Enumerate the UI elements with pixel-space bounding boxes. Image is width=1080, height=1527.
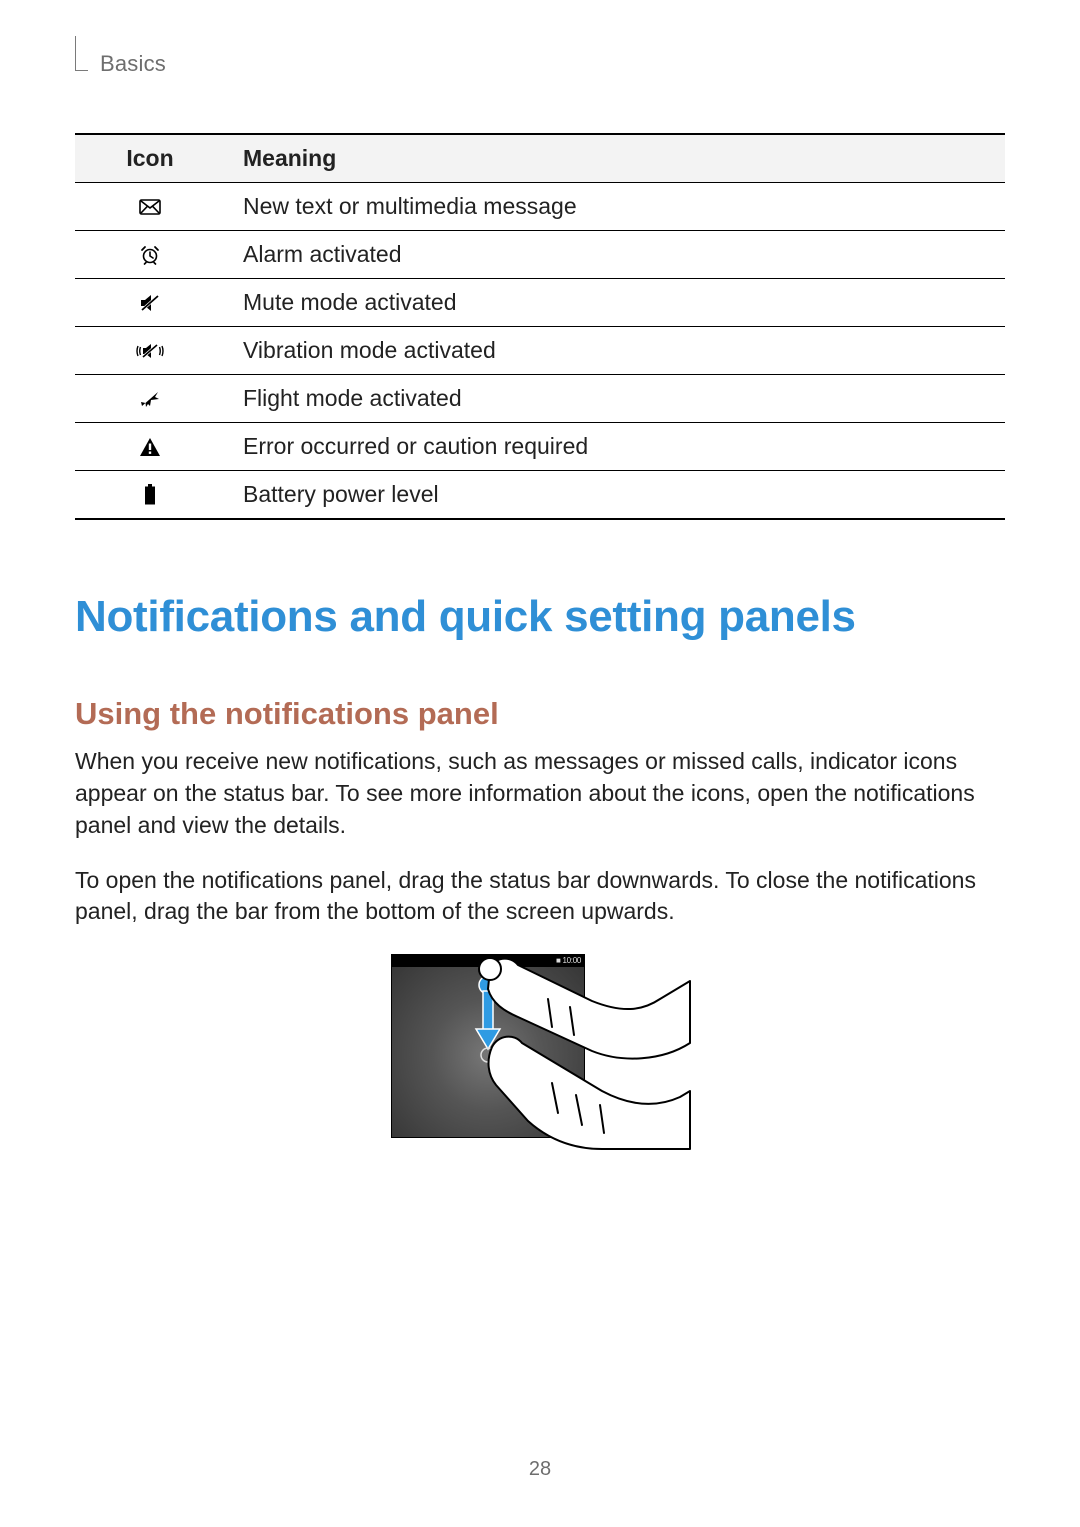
illustration: ■ 10:00 (391, 954, 689, 1138)
meaning-cell: Vibration mode activated (225, 327, 1005, 375)
header: Basics (75, 36, 1005, 77)
warning-icon (75, 423, 225, 471)
section-label: Basics (100, 51, 166, 77)
meaning-cell: Mute mode activated (225, 279, 1005, 327)
swipe-down-arrow-icon (474, 975, 502, 1065)
col-header-icon: Icon (75, 134, 225, 183)
section-title: Using the notifications panel (75, 696, 1005, 732)
col-header-meaning: Meaning (225, 134, 1005, 183)
paragraph: When you receive new notifications, such… (75, 746, 1005, 841)
table-row: Battery power level (75, 471, 1005, 520)
table-row: Alarm activated (75, 231, 1005, 279)
alarm-icon (75, 231, 225, 279)
vibrate-icon (75, 327, 225, 375)
icon-meaning-table: Icon Meaning New text or multimedia mess… (75, 133, 1005, 520)
page-number: 28 (0, 1458, 1080, 1481)
paragraph: To open the notifications panel, drag th… (75, 865, 1005, 928)
device-status-bar: ■ 10:00 (392, 955, 584, 967)
meaning-cell: New text or multimedia message (225, 183, 1005, 231)
battery-icon (75, 471, 225, 520)
meaning-cell: Alarm activated (225, 231, 1005, 279)
table-row: Mute mode activated (75, 279, 1005, 327)
table-row: New text or multimedia message (75, 183, 1005, 231)
meaning-cell: Error occurred or caution required (225, 423, 1005, 471)
table-row: Error occurred or caution required (75, 423, 1005, 471)
meaning-cell: Battery power level (225, 471, 1005, 520)
message-icon (75, 183, 225, 231)
airplane-icon (75, 375, 225, 423)
header-ornament (75, 36, 88, 71)
mute-icon (75, 279, 225, 327)
table-header-row: Icon Meaning (75, 134, 1005, 183)
page-title: Notifications and quick setting panels (75, 592, 1005, 642)
device-frame: ■ 10:00 (391, 954, 585, 1138)
table-row: Vibration mode activated (75, 327, 1005, 375)
table-row: Flight mode activated (75, 375, 1005, 423)
meaning-cell: Flight mode activated (225, 375, 1005, 423)
